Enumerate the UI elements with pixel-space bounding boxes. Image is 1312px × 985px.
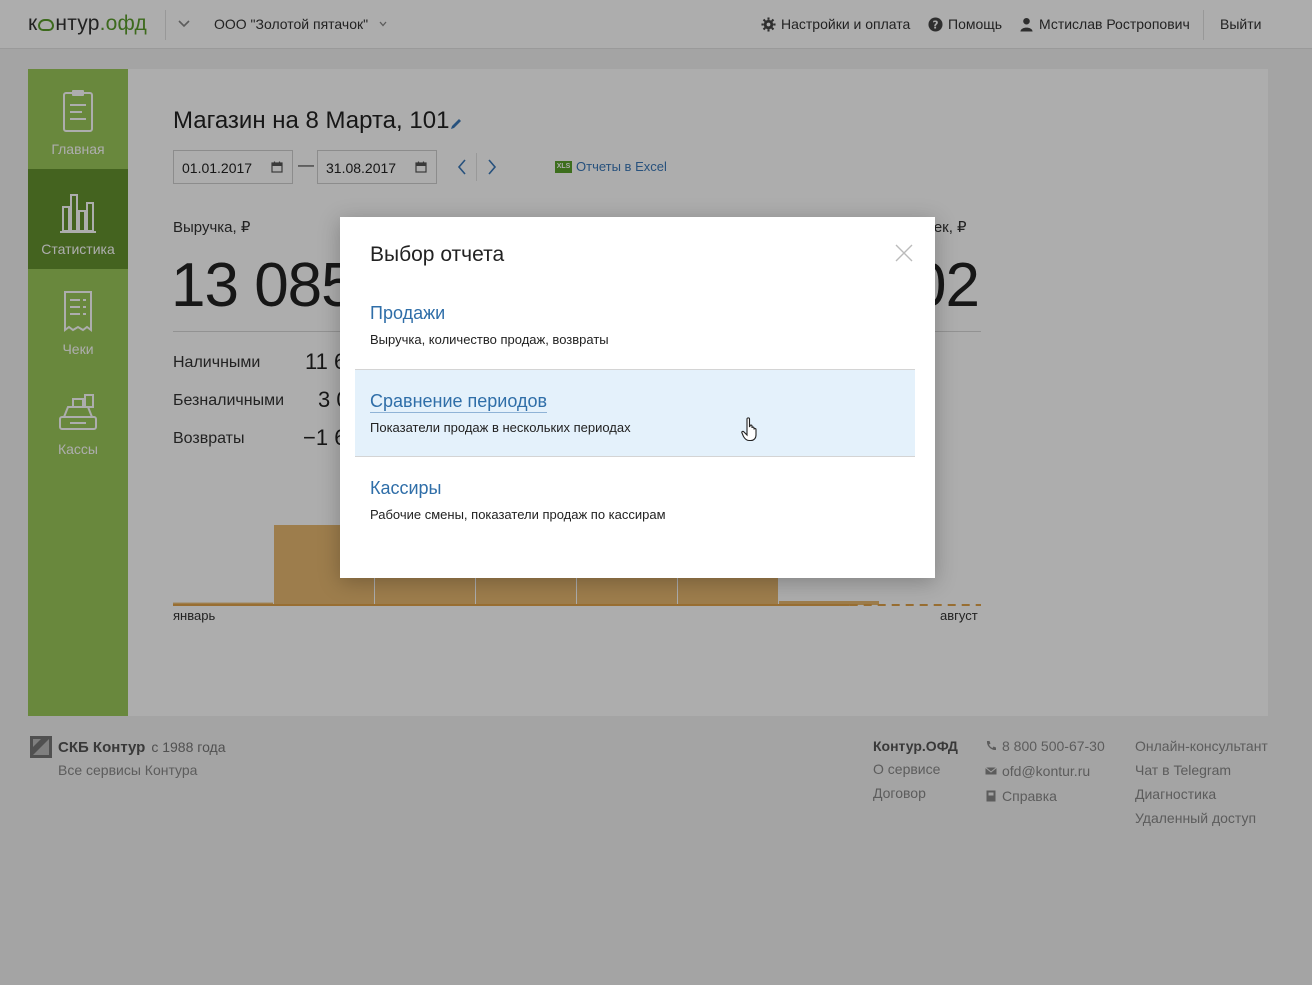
close-icon[interactable] — [895, 244, 913, 262]
report-title[interactable]: Продажи — [370, 303, 445, 324]
report-title[interactable]: Сравнение периодов — [370, 391, 548, 413]
hand-pointer-icon — [741, 417, 757, 442]
report-description: Выручка, количество продаж, возвраты — [370, 332, 609, 347]
report-selection-dialog: Выбор отчета Продажи Выручка, количество… — [340, 217, 935, 578]
dialog-title: Выбор отчета — [370, 243, 505, 266]
report-description: Показатели продаж в нескольких периодах — [370, 420, 631, 435]
report-description: Рабочие смены, показатели продаж по касс… — [370, 507, 666, 522]
report-option-cashiers[interactable]: Кассиры Рабочие смены, показатели продаж… — [355, 457, 915, 545]
report-option-sales[interactable]: Продажи Выручка, количество продаж, возв… — [355, 282, 915, 370]
report-title[interactable]: Кассиры — [370, 478, 442, 499]
report-option-period-comparison[interactable]: Сравнение периодов Показатели продаж в н… — [355, 369, 915, 457]
